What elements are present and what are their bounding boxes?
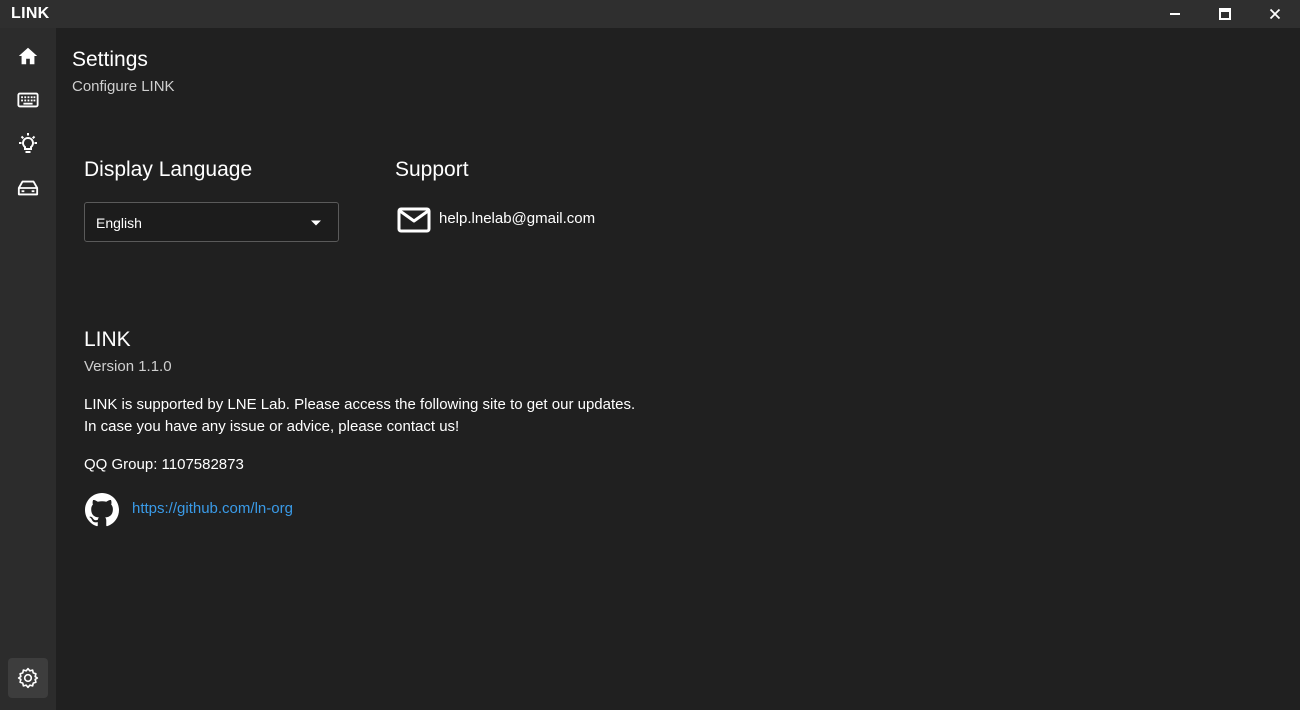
- mail-icon: [397, 207, 431, 233]
- sidebar-item-lighting[interactable]: [8, 124, 48, 164]
- github-link[interactable]: https://github.com/ln-org: [132, 500, 293, 517]
- about-description-line-2: In case you have any issue or advice, pl…: [84, 418, 460, 435]
- about-version: Version 1.1.0: [84, 358, 172, 375]
- sidebar-item-home[interactable]: [8, 36, 48, 76]
- app-title: LINK: [11, 5, 50, 22]
- sidebar-item-drive[interactable]: [8, 168, 48, 208]
- keyboard-icon: [17, 92, 39, 108]
- minimize-button[interactable]: [1150, 0, 1200, 28]
- qq-group: QQ Group: 1107582873: [84, 456, 244, 473]
- support-heading: Support: [395, 158, 469, 181]
- sidebar: [0, 28, 56, 710]
- display-language-heading: Display Language: [84, 158, 253, 181]
- settings-page: Settings Configure LINK Display Language…: [56, 28, 1300, 710]
- close-button[interactable]: [1250, 0, 1300, 28]
- drive-icon: [17, 180, 39, 196]
- maximize-icon: [1219, 8, 1231, 20]
- about-app-name: LINK: [84, 328, 131, 351]
- gear-icon: [17, 667, 39, 689]
- close-icon: [1269, 8, 1281, 20]
- sidebar-item-keyboard[interactable]: [8, 80, 48, 120]
- page-subtitle: Configure LINK: [72, 78, 175, 95]
- home-icon: [18, 47, 38, 65]
- lightbulb-icon: [19, 133, 37, 153]
- sidebar-item-settings[interactable]: [8, 658, 48, 698]
- about-description-line-1: LINK is supported by LNE Lab. Please acc…: [84, 396, 636, 413]
- language-selected-value: English: [96, 215, 142, 231]
- maximize-button[interactable]: [1200, 0, 1250, 28]
- support-email[interactable]: help.lnelab@gmail.com: [439, 210, 595, 227]
- page-title: Settings: [72, 48, 148, 71]
- title-bar: LINK: [0, 0, 1300, 28]
- chevron-down-icon: [311, 220, 321, 226]
- minimize-icon: [1170, 13, 1180, 15]
- language-dropdown[interactable]: English: [84, 202, 339, 242]
- github-icon: [85, 493, 119, 527]
